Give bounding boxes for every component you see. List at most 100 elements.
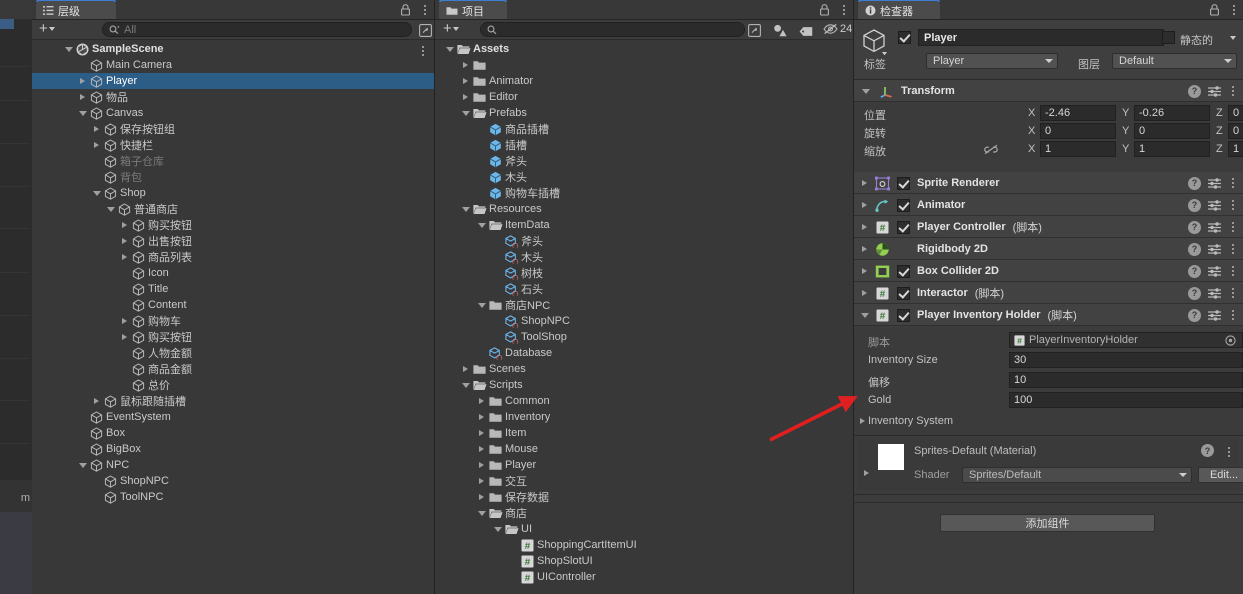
hierarchy-item-row[interactable]: NPC (32, 457, 434, 473)
project-item-row[interactable]: Prefabs (435, 105, 853, 121)
hierarchy-item-foldout-icon[interactable] (90, 398, 103, 404)
tag-dropdown[interactable]: Player (926, 53, 1058, 69)
preset-icon[interactable] (1208, 177, 1221, 189)
component-foldout-icon[interactable] (858, 202, 871, 208)
help-icon[interactable]: ? (1188, 220, 1201, 234)
component-foldout-icon[interactable] (858, 224, 871, 230)
component-foldout-icon[interactable] (858, 290, 871, 296)
hierarchy-item-row[interactable]: Main Camera (32, 57, 434, 73)
transform-缩放-z-field[interactable]: 1 (1228, 141, 1243, 157)
project-item-foldout-icon[interactable] (475, 398, 488, 404)
hierarchy-item-row[interactable]: 箱子仓库 (32, 153, 434, 169)
project-item-row[interactable]: {} 斧头 (435, 233, 853, 249)
hierarchy-item-row[interactable]: Shop (32, 185, 434, 201)
project-item-row[interactable]: 商店NPC (435, 297, 853, 313)
project-item-row[interactable]: 商品插槽 (435, 121, 853, 137)
component-menu-icon[interactable] (1228, 288, 1238, 298)
hierarchy-item-foldout-icon[interactable] (76, 110, 89, 116)
project-item-foldout-icon[interactable] (475, 494, 488, 500)
scene-context-menu-icon[interactable] (418, 43, 428, 58)
component-menu-icon[interactable] (1228, 222, 1238, 232)
project-item-row[interactable]: {} 石头 (435, 281, 853, 297)
preset-icon[interactable] (1208, 221, 1221, 233)
hierarchy-item-row[interactable]: 鼠标跟随插槽 (32, 393, 434, 409)
component-foldout-icon[interactable] (858, 268, 871, 274)
project-item-row[interactable]: 交互 (435, 473, 853, 489)
hierarchy-item-row[interactable]: 购买按钮 (32, 217, 434, 233)
component-header[interactable]: Animator? (854, 194, 1243, 216)
project-item-row[interactable]: # UIController (435, 569, 853, 585)
hierarchy-item-row[interactable]: Icon (32, 265, 434, 281)
help-icon[interactable]: ? (1188, 198, 1201, 212)
project-search-expand-icon[interactable] (747, 23, 761, 38)
project-item-row[interactable]: 保存数据 (435, 489, 853, 505)
project-item-foldout-icon[interactable] (459, 206, 472, 212)
material-color-swatch[interactable] (878, 444, 904, 470)
lock-icon[interactable] (398, 2, 412, 17)
filter-by-type-icon[interactable] (773, 23, 787, 38)
preset-icon[interactable] (1208, 85, 1221, 97)
hierarchy-item-row[interactable]: SampleScene (32, 41, 434, 57)
project-search-input[interactable] (501, 23, 740, 36)
project-item-foldout-icon[interactable] (459, 382, 472, 388)
transform-位置-x-field[interactable]: -2.46 (1040, 105, 1116, 121)
hierarchy-item-row[interactable]: ToolNPC (32, 489, 434, 505)
hierarchy-item-foldout-icon[interactable] (76, 462, 89, 468)
hierarchy-item-row[interactable]: EventSystem (32, 409, 434, 425)
project-item-row[interactable]: 插槽 (435, 137, 853, 153)
project-item-foldout-icon[interactable] (475, 222, 488, 228)
material-foldout-icon[interactable] (864, 470, 869, 476)
hierarchy-search-expand-icon[interactable] (418, 23, 432, 38)
project-item-foldout-icon[interactable] (475, 302, 488, 308)
preset-icon[interactable] (1208, 287, 1221, 299)
object-picker-icon[interactable] (1225, 334, 1236, 346)
transform-旋转-x-field[interactable]: 0 (1040, 123, 1116, 139)
hierarchy-item-row[interactable]: 背包 (32, 169, 434, 185)
tab-inspector[interactable]: 检查器 (858, 1, 940, 20)
project-item-row[interactable]: Common (435, 393, 853, 409)
component-enabled-checkbox[interactable] (897, 198, 910, 212)
gameobject-name-field[interactable]: Player (918, 29, 1164, 46)
inventory-field-input[interactable]: 30 (1009, 352, 1243, 368)
project-item-foldout-icon[interactable] (459, 366, 472, 372)
hierarchy-item-row[interactable]: Title (32, 281, 434, 297)
transform-缩放-y-field[interactable]: 1 (1134, 141, 1210, 157)
inventory-field-input[interactable]: 100 (1009, 392, 1243, 408)
project-item-row[interactable]: Scenes (435, 361, 853, 377)
component-menu-icon[interactable] (1228, 244, 1238, 254)
static-checkbox[interactable] (1162, 31, 1175, 44)
project-item-foldout-icon[interactable] (443, 46, 456, 52)
project-item-row[interactable]: Assets (435, 41, 853, 57)
project-item-foldout-icon[interactable] (459, 110, 472, 116)
project-item-foldout-icon[interactable] (475, 478, 488, 484)
hierarchy-tree[interactable]: SampleScene Main Camera Player 物品 Canvas 保存按钮… (32, 41, 434, 594)
component-enabled-checkbox[interactable] (897, 308, 910, 322)
project-item-row[interactable]: {} Database (435, 345, 853, 361)
component-header-transform[interactable]: Transform ? (854, 80, 1243, 102)
project-item-row[interactable]: {} ToolShop (435, 329, 853, 345)
component-header[interactable]: Sprite Renderer? (854, 172, 1243, 194)
project-item-row[interactable]: # ShopSlotUI (435, 553, 853, 569)
hierarchy-item-foldout-icon[interactable] (118, 222, 131, 228)
hierarchy-item-foldout-icon[interactable] (104, 206, 117, 212)
project-item-foldout-icon[interactable] (475, 430, 488, 436)
transform-缩放-x-field[interactable]: 1 (1040, 141, 1116, 157)
hierarchy-item-foldout-icon[interactable] (90, 190, 103, 196)
component-header[interactable]: # Player Inventory Holder (脚本)? (854, 304, 1243, 326)
hierarchy-item-foldout-icon[interactable] (118, 334, 131, 340)
layer-dropdown[interactable]: Default (1112, 53, 1237, 69)
project-item-foldout-icon[interactable] (475, 462, 488, 468)
preset-icon[interactable] (1208, 199, 1221, 211)
tab-project[interactable]: 项目 (439, 1, 507, 20)
project-item-foldout-icon[interactable] (475, 510, 488, 516)
create-asset-button[interactable]: + (443, 21, 459, 36)
help-icon[interactable]: ? (1188, 286, 1201, 300)
component-header[interactable]: Rigidbody 2D? (854, 238, 1243, 260)
project-item-row[interactable]: ItemData (435, 217, 853, 233)
hierarchy-item-row[interactable]: 出售按钮 (32, 233, 434, 249)
hierarchy-item-row[interactable]: Canvas (32, 105, 434, 121)
project-item-foldout-icon[interactable] (475, 446, 488, 452)
tab-hierarchy[interactable]: 层级 (36, 1, 116, 20)
project-item-row[interactable]: Player (435, 457, 853, 473)
project-item-row[interactable]: UI (435, 521, 853, 537)
